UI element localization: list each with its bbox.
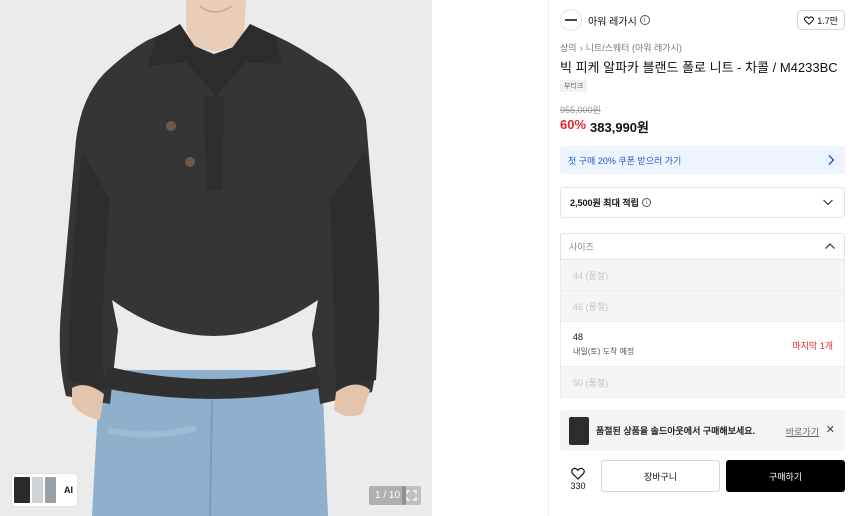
price-row: 60% 383,990원 <box>560 117 649 136</box>
soldout-thumbnail <box>569 416 589 445</box>
heart-icon <box>804 15 815 25</box>
ai-label: AI <box>64 485 73 495</box>
size-option-label: 48 <box>573 331 584 342</box>
expand-button[interactable] <box>402 486 421 505</box>
brand-like-button[interactable]: 1.7만 <box>797 10 845 30</box>
thumbnail-2[interactable] <box>32 477 43 503</box>
like-count: 330 <box>570 480 586 491</box>
product-image-gallery[interactable]: AI 1 / 10 <box>0 0 432 516</box>
original-price: 955,000원 <box>560 105 601 115</box>
size-option-44: 44 (품절) <box>560 260 845 291</box>
coupon-text: 첫 구매 20% 쿠폰 받으러 가기 <box>568 155 682 166</box>
breadcrumb: 상의 › 니트/스웨터 (아워 레가시) <box>560 41 682 54</box>
boutique-tag: 부티크 <box>560 80 588 92</box>
size-option-label: 50 (품절) <box>573 377 609 388</box>
chevron-up-icon <box>825 243 835 249</box>
expand-icon <box>406 490 417 501</box>
delivery-estimate: 내일(토) 도착 예정 <box>573 346 635 356</box>
soldout-banner: 품절된 상품을 솔드아웃에서 구매해보세요. 바로가기 ✕ <box>560 410 845 451</box>
purchase-bar: 330 장바구니 구매하기 <box>560 460 845 492</box>
thumbnail-strip[interactable]: AI <box>12 474 77 506</box>
brand-logo[interactable] <box>560 9 582 31</box>
size-option-label: 44 (품절) <box>573 270 609 281</box>
points-text: 2,500원 최대 적립 <box>570 198 639 208</box>
thumbnail-3[interactable] <box>45 477 56 503</box>
size-option-label: 46 (품절) <box>573 301 609 312</box>
breadcrumb-category[interactable]: 니트/스웨터 (아워 레가시) <box>586 41 682 54</box>
product-info-panel: 아워 레가시 i 1.7만 상의 › 니트/스웨터 (아워 레가시) 빅 피케 … <box>548 0 850 516</box>
brand-row: 아워 레가시 i 1.7만 <box>560 8 845 32</box>
breadcrumb-root[interactable]: 상의 <box>560 41 577 54</box>
like-button[interactable]: 330 <box>560 467 596 491</box>
chevron-down-icon <box>823 199 833 206</box>
image-pager: 1 / 10 <box>369 486 407 505</box>
size-option-list: 44 (품절) 46 (품절) 48 내일(토) 도착 예정 마지막 1개 50… <box>560 260 845 398</box>
size-option-48[interactable]: 48 내일(토) 도착 예정 마지막 1개 <box>560 322 845 367</box>
brand-like-count: 1.7만 <box>817 15 838 26</box>
breadcrumb-separator: › <box>579 42 583 53</box>
size-select-label: 사이즈 <box>569 242 594 252</box>
coupon-banner[interactable]: 첫 구매 20% 쿠폰 받으러 가기 <box>560 146 845 174</box>
discount-rate: 60% <box>560 117 587 132</box>
soldout-text: 품절된 상품을 솔드아웃에서 구매해보세요. <box>596 426 756 436</box>
buy-now-button[interactable]: 구매하기 <box>726 460 845 492</box>
size-option-50: 50 (품절) <box>560 367 845 398</box>
size-select[interactable]: 사이즈 <box>560 233 845 260</box>
sale-price: 383,990원 <box>590 120 649 135</box>
info-icon[interactable]: i <box>641 198 651 207</box>
thumbnail-1[interactable] <box>14 477 30 503</box>
add-to-cart-button[interactable]: 장바구니 <box>601 460 720 492</box>
info-icon[interactable]: i <box>639 15 650 25</box>
soldout-link[interactable]: 바로가기 <box>786 425 819 438</box>
stock-badge: 마지막 1개 <box>792 341 833 351</box>
product-title: 빅 피케 알파카 블랜드 폴로 니트 - 차콜 / M4233BC <box>560 60 838 75</box>
brand-name[interactable]: 아워 레가시 <box>588 13 637 28</box>
product-photo <box>0 0 432 516</box>
chevron-right-icon <box>828 155 835 165</box>
points-dropdown[interactable]: 2,500원 최대 적립 i <box>560 187 845 218</box>
close-icon[interactable]: ✕ <box>826 423 835 436</box>
heart-icon <box>571 467 585 480</box>
size-option-46: 46 (품절) <box>560 291 845 322</box>
